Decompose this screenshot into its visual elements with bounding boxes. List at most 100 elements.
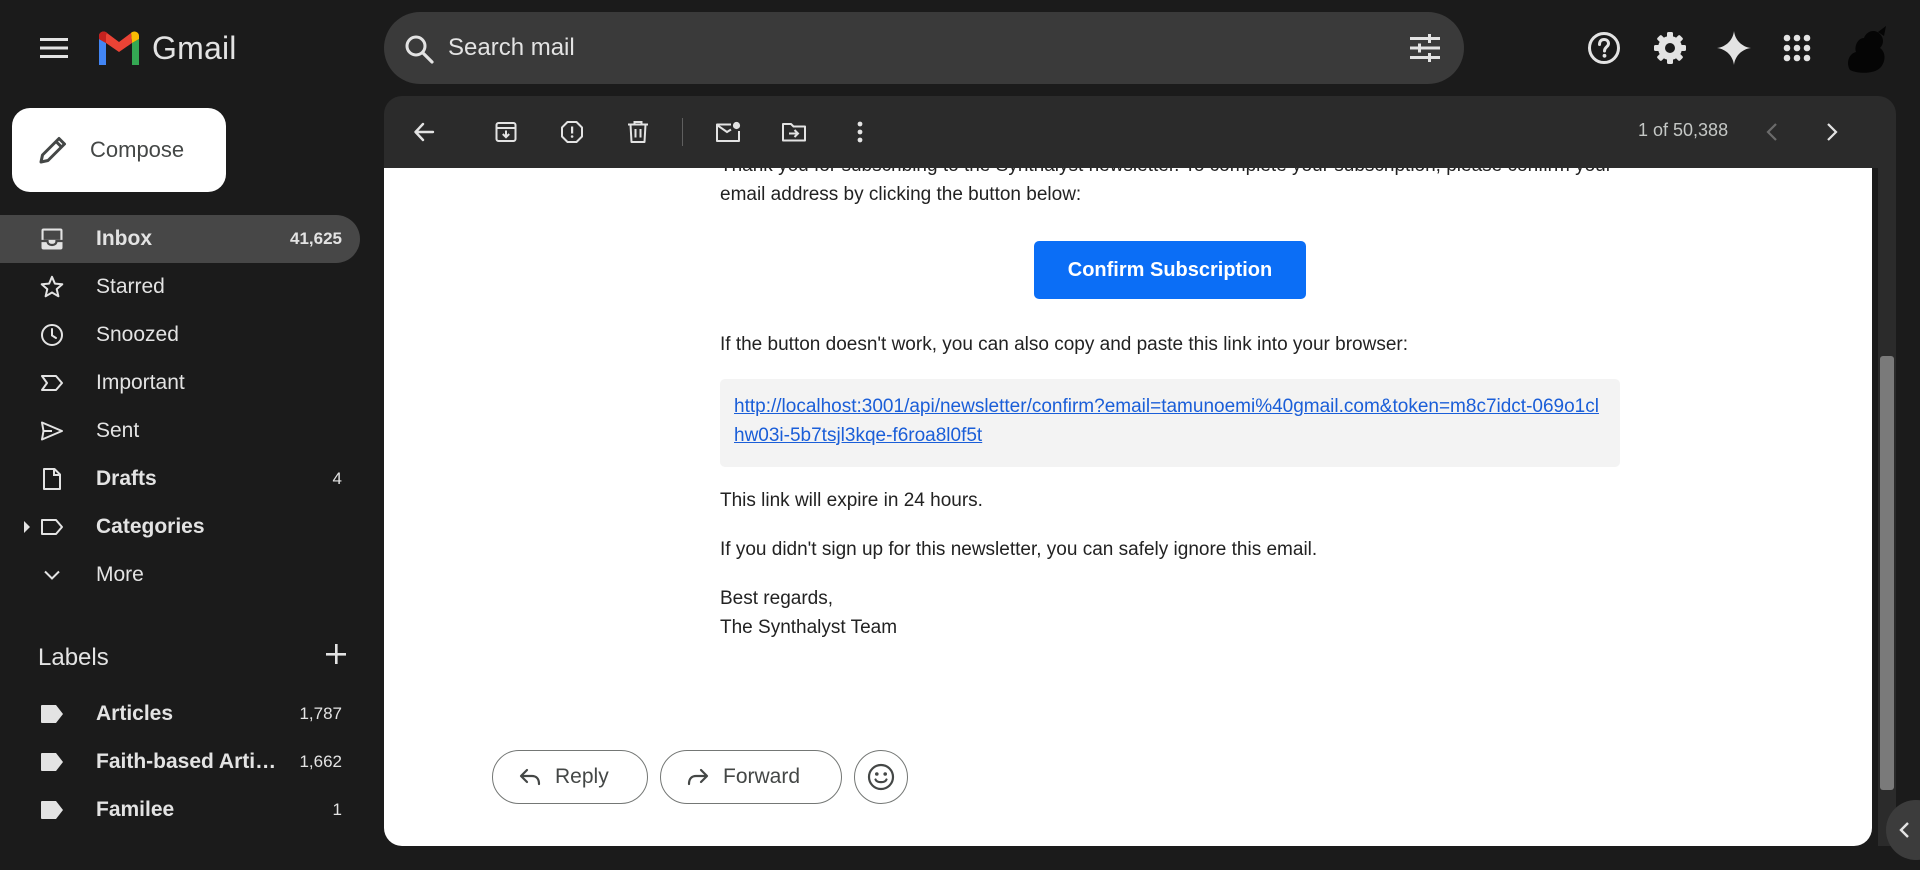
label-name: Familee [96, 798, 175, 821]
move-to-button[interactable] [774, 112, 814, 152]
label-count: 1,787 [299, 704, 342, 723]
search-input[interactable] [448, 28, 1348, 68]
ignore-text: If you didn't sign up for this newslette… [720, 539, 1318, 560]
sidebar-item-label: Inbox [96, 227, 152, 250]
unread-count: 41,625 [290, 229, 342, 248]
label-item-familee[interactable]: Familee 1 [0, 786, 360, 834]
main-menu-button[interactable] [30, 24, 78, 72]
labels-title: Labels [38, 644, 109, 671]
sidebar-item-label: Starred [96, 275, 165, 298]
signature-text: The Synthalyst Team [720, 617, 898, 638]
sidebar-item-label: Important [96, 371, 185, 394]
clock-icon [41, 324, 63, 346]
compose-label: Compose [90, 137, 185, 162]
expand-arrow-icon[interactable] [22, 519, 32, 535]
add-label-icon[interactable] [324, 642, 348, 666]
spam-icon [561, 121, 583, 143]
confirm-link-box: http://localhost:3001/api/newsletter/con… [720, 379, 1620, 467]
forward-button[interactable]: Forward [660, 750, 842, 804]
message-content: Thank you for subscribing to the Synthal… [384, 168, 1872, 846]
apps-button[interactable] [1773, 24, 1821, 72]
newer-button[interactable] [1752, 112, 1792, 152]
sidebar-item-sent[interactable]: Sent [0, 407, 360, 455]
gmail-m-icon [99, 31, 139, 65]
hamburger-icon [40, 38, 68, 58]
sidebar-item-drafts[interactable]: Drafts 4 [0, 455, 360, 503]
forward-label: Forward [723, 765, 801, 788]
chevron-down-icon [44, 570, 60, 580]
sidebar-item-label: More [96, 563, 144, 586]
arrow-left-icon [414, 122, 435, 142]
search-bar [384, 12, 1464, 84]
gemini-button[interactable] [1710, 24, 1758, 72]
support-button[interactable] [1580, 24, 1628, 72]
sparkle-icon [1717, 31, 1751, 65]
labels-header: Labels [38, 640, 348, 676]
label-tag-icon [41, 753, 63, 771]
label-count: 1,662 [299, 752, 342, 771]
emoji-reaction-button[interactable] [854, 750, 908, 804]
label-icon [41, 519, 63, 535]
reply-button[interactable]: Reply [492, 750, 648, 804]
help-icon [1588, 32, 1620, 64]
draft-count: 4 [332, 469, 342, 488]
label-tag-icon [41, 705, 63, 723]
more-options-button[interactable] [840, 112, 880, 152]
mark-unread-button[interactable] [708, 112, 748, 152]
top-bar: Gmail [0, 0, 1920, 96]
label-tag-icon [41, 801, 63, 819]
sidebar-item-label: Sent [96, 419, 140, 442]
label-name: Faith-based Articles [96, 750, 286, 773]
more-vert-icon [857, 121, 863, 143]
sidebar-item-starred[interactable]: Starred [0, 263, 360, 311]
confirm-link[interactable]: http://localhost:3001/api/newsletter/con… [734, 392, 1606, 450]
forward-icon [687, 768, 709, 786]
report-spam-button[interactable] [552, 112, 592, 152]
draft-icon [43, 468, 61, 490]
label-item-faith-based-articles[interactable]: Faith-based Articles 1,662 [0, 738, 360, 786]
gmail-logo[interactable]: Gmail [96, 28, 237, 68]
older-button[interactable] [1812, 112, 1852, 152]
sidebar-item-snoozed[interactable]: Snoozed [0, 311, 360, 359]
search-icon[interactable] [404, 34, 434, 64]
chevron-left-icon [1899, 822, 1909, 838]
back-button[interactable] [404, 112, 444, 152]
sidebar-item-more[interactable]: More [0, 551, 360, 599]
sidebar-item-label: Categories [96, 515, 205, 538]
smiley-icon [867, 763, 895, 791]
apps-grid-icon [1783, 34, 1811, 62]
inbox-icon [41, 228, 63, 250]
avatar-icon [1848, 26, 1886, 73]
sidebar-item-label: Snoozed [96, 323, 179, 346]
label-name: Articles [96, 702, 174, 725]
delete-button[interactable] [618, 112, 658, 152]
settings-button[interactable] [1646, 24, 1694, 72]
intro-text: Thank you for subscribing to the Synthal… [720, 168, 1612, 205]
reply-label: Reply [555, 765, 609, 788]
sidebar-nav: Inbox 41,625 Starred Snoozed Important S… [0, 215, 360, 599]
label-item-articles[interactable]: Articles 1,787 [0, 690, 360, 738]
gear-icon [1654, 32, 1686, 64]
sidebar-item-label: Drafts [96, 467, 157, 490]
sidebar-item-inbox[interactable]: Inbox 41,625 [0, 215, 360, 263]
pencil-icon [39, 137, 66, 164]
archive-button[interactable] [486, 112, 526, 152]
account-avatar[interactable] [1838, 22, 1894, 78]
search-options-icon[interactable] [1410, 34, 1440, 62]
chevron-right-icon [1827, 123, 1838, 141]
confirm-subscription-button[interactable]: Confirm Subscription [1034, 241, 1306, 299]
message-toolbar: 1 of 50,388 [384, 96, 1896, 168]
regards-text: Best regards, [720, 588, 833, 609]
label-count: 1 [332, 800, 342, 819]
scrollbar-thumb[interactable] [1880, 356, 1894, 790]
compose-button[interactable]: Compose [12, 108, 226, 192]
app-name: Gmail [152, 29, 237, 66]
send-icon [41, 421, 63, 441]
move-to-icon [782, 123, 806, 142]
chevron-left-icon [1766, 123, 1777, 141]
labels-list: Articles 1,787 Faith-based Articles 1,66… [0, 690, 360, 834]
sidebar-item-categories[interactable]: Categories [0, 503, 360, 551]
sidebar-item-important[interactable]: Important [0, 359, 360, 407]
archive-icon [495, 122, 517, 142]
important-icon [41, 375, 63, 391]
